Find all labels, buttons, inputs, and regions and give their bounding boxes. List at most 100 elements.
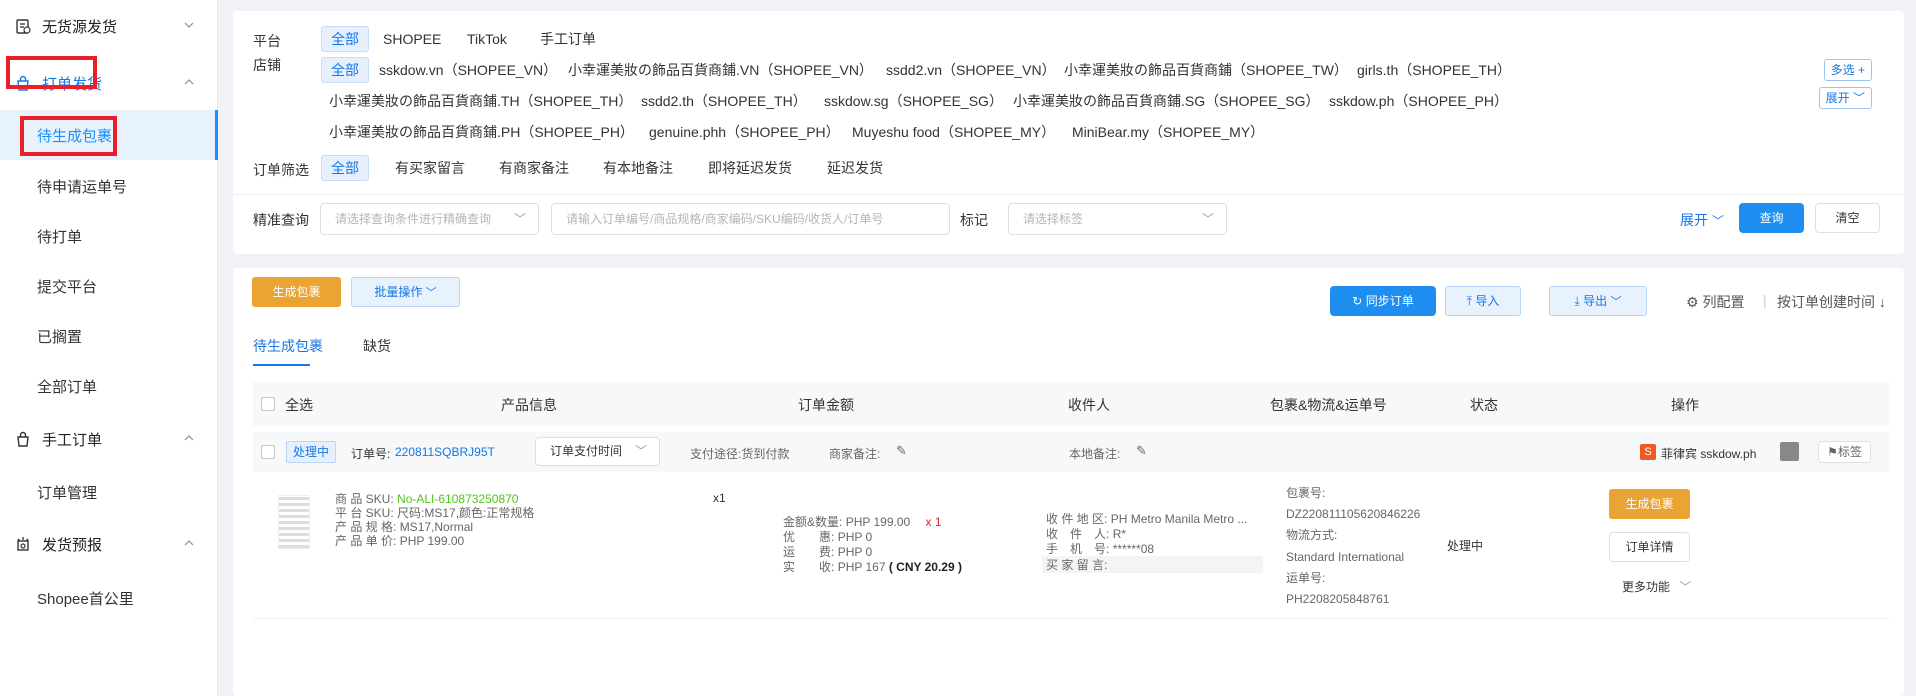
store-chip[interactable]: ssdd2.th（SHOPEE_TH） bbox=[632, 88, 816, 114]
sidebar-group-no-source-shipping[interactable]: 无货源发货 bbox=[0, 2, 218, 50]
waybill-no-link[interactable]: PH2208205848761 bbox=[1286, 592, 1389, 607]
platform-label: 平台 bbox=[253, 33, 281, 49]
chevron-down-icon: ﹀ bbox=[1201, 212, 1214, 226]
button-label: 批量操作 bbox=[374, 285, 423, 299]
store-chip-all[interactable]: 全部 bbox=[321, 57, 369, 83]
header-product-info: 产品信息 bbox=[501, 397, 557, 413]
order-no-link[interactable]: 220811SQBRJ95T bbox=[395, 445, 495, 459]
highlight-box bbox=[20, 116, 117, 156]
export-button[interactable]: ⤓ 导出 ﹀ bbox=[1549, 286, 1647, 316]
platform-sku-line: 平 台 SKU: 尺码:MS17,颜色:正常规格 bbox=[335, 506, 534, 521]
sort-by-create-time[interactable]: 按订单创建时间 ↓ bbox=[1777, 292, 1886, 312]
alarm-icon bbox=[14, 535, 32, 553]
store-chip[interactable]: sskdow.sg（SHOPEE_SG） bbox=[815, 88, 1012, 114]
more-functions-dropdown[interactable]: 更多功能 ﹀ bbox=[1622, 580, 1691, 595]
precise-query-input[interactable]: 请输入订单编号/商品规格/商家编码/SKU编码/收货人/订单号 bbox=[551, 203, 950, 235]
sidebar-item-shopee-first-mile[interactable]: Shopee首公里 bbox=[0, 573, 218, 623]
tab-pending-package[interactable]: 待生成包裹 bbox=[253, 336, 323, 356]
store-chip[interactable]: 小幸運美妝の飾品百貨商鋪（SHOPEE_TW） bbox=[1055, 57, 1357, 83]
order-filter-chip-all[interactable]: 全部 bbox=[321, 155, 369, 181]
button-label: 标签 bbox=[1837, 445, 1862, 459]
order-detail-button[interactable]: 订单详情 bbox=[1609, 532, 1690, 562]
tag-button[interactable]: ⚑标签 bbox=[1818, 441, 1871, 463]
order-filter-chip[interactable]: 延迟发货 bbox=[818, 155, 892, 181]
product-price-line: 产 品 单 价: PHP 199.00 bbox=[335, 534, 464, 549]
input-placeholder: 请输入订单编号/商品规格/商家编码/SKU编码/收货人/订单号 bbox=[566, 212, 884, 226]
header-logistics: 包裹&物流&运单号 bbox=[1270, 397, 1387, 413]
sidebar-item-label: 提交平台 bbox=[37, 278, 98, 296]
edit-icon[interactable]: ✎ bbox=[896, 443, 907, 459]
field-label: 运 费: bbox=[783, 545, 835, 559]
logistics-method-link[interactable]: Standard International bbox=[1286, 550, 1404, 565]
order-filter-chip[interactable]: 有本地备注 bbox=[594, 155, 682, 181]
select-all-checkbox[interactable] bbox=[261, 397, 275, 411]
sidebar-item-pending-print[interactable]: 待打单 bbox=[0, 211, 218, 261]
store-chip[interactable]: girls.th（SHOPEE_TH） bbox=[1348, 57, 1520, 83]
platform-chip-manual[interactable]: 手工订单 bbox=[531, 26, 605, 52]
batch-operation-button[interactable]: 批量操作 ﹀ bbox=[351, 277, 460, 307]
row-generate-package-button[interactable]: 生成包裹 bbox=[1609, 489, 1690, 519]
order-checkbox[interactable] bbox=[261, 445, 275, 459]
shipping-value: PHP 0 bbox=[837, 545, 873, 559]
precise-condition-select[interactable]: 请选择查询条件进行精确查询 ﹀ bbox=[320, 203, 539, 235]
field-label: 收 件 地 区: bbox=[1046, 512, 1108, 526]
sync-orders-button[interactable]: ↻ 同步订单 bbox=[1330, 286, 1436, 316]
sidebar-item-shelved[interactable]: 已搁置 bbox=[0, 311, 218, 361]
order-filter-chip[interactable]: 即将延迟发货 bbox=[699, 155, 801, 181]
upload-icon: ⤒ bbox=[1466, 294, 1472, 308]
column-config-link[interactable]: ⚙ 列配置 bbox=[1686, 292, 1744, 312]
divider: | bbox=[1763, 292, 1767, 308]
pay-time-select[interactable]: 订单支付时间 ﹀ bbox=[535, 437, 660, 466]
tab-out-of-stock[interactable]: 缺货 bbox=[363, 336, 391, 356]
product-qty: x1 bbox=[713, 491, 726, 505]
store-chip[interactable]: sskdow.vn（SHOPEE_VN） bbox=[370, 57, 566, 83]
mark-select[interactable]: 请选择标签 ﹀ bbox=[1008, 203, 1227, 235]
sidebar-item-all-orders[interactable]: 全部订单 bbox=[0, 361, 218, 411]
arrow-down-icon: ↓ bbox=[1878, 294, 1886, 310]
chevron-down-icon: ﹀ bbox=[1610, 296, 1622, 308]
store-chip[interactable]: genuine.phh（SHOPEE_PH） bbox=[640, 119, 849, 145]
store-chip[interactable]: sskdow.ph（SHOPEE_PH） bbox=[1320, 88, 1517, 114]
shipping-line: 运 费: PHP 0 bbox=[783, 545, 872, 560]
expand-link[interactable]: 展开 ﹀ bbox=[1680, 210, 1724, 230]
product-thumbnail[interactable] bbox=[278, 495, 310, 549]
select-value: 订单支付时间 bbox=[550, 444, 623, 458]
platform-chip-shopee[interactable]: SHOPEE bbox=[374, 26, 450, 52]
clear-button[interactable]: 清空 bbox=[1815, 203, 1880, 233]
sidebar-group-label: 手工订单 bbox=[42, 431, 103, 449]
store-chip[interactable]: 小幸運美妝の飾品百貨商鋪.TH（SHOPEE_TH） bbox=[320, 88, 641, 114]
sidebar-item-label: 订单管理 bbox=[37, 484, 98, 502]
edit-icon[interactable]: ✎ bbox=[1136, 443, 1147, 459]
chevron-down-icon: ﹀ bbox=[425, 287, 437, 299]
store-chip[interactable]: 小幸運美妝の飾品百貨商鋪.SG（SHOPEE_SG） bbox=[1004, 88, 1328, 114]
multi-select-button[interactable]: 多选 + bbox=[1823, 59, 1872, 81]
row-divider bbox=[253, 618, 1889, 619]
field-label: 买 家 留 言: bbox=[1046, 558, 1108, 572]
sidebar-group-shipping-forecast[interactable]: 发货预报 bbox=[0, 520, 218, 568]
header-order-amount: 订单金额 bbox=[798, 397, 854, 413]
color-marker[interactable] bbox=[1780, 442, 1799, 461]
package-no-link[interactable]: DZ220811105620846226 bbox=[1286, 507, 1420, 522]
sidebar-item-order-management[interactable]: 订单管理 bbox=[0, 467, 218, 517]
order-filter-chip[interactable]: 有商家备注 bbox=[490, 155, 578, 181]
flag-icon: ⚑ bbox=[1827, 445, 1838, 459]
store-chip[interactable]: MiniBear.my（SHOPEE_MY） bbox=[1063, 119, 1273, 145]
import-button[interactable]: ⤒ 导入 bbox=[1445, 286, 1521, 316]
sidebar-item-pending-waybill[interactable]: 待申请运单号 bbox=[0, 161, 218, 211]
platform-chip-all[interactable]: 全部 bbox=[321, 26, 369, 52]
sidebar-item-submit-platform[interactable]: 提交平台 bbox=[0, 261, 218, 311]
query-button[interactable]: 查询 bbox=[1739, 203, 1804, 233]
store-chip[interactable]: Muyeshu food（SHOPEE_MY） bbox=[843, 119, 1064, 145]
expand-stores-button[interactable]: 展开 ﹀ bbox=[1818, 87, 1872, 109]
header-select-all[interactable]: 全选 bbox=[285, 395, 313, 415]
chevron-down-icon: ﹀ bbox=[634, 444, 647, 458]
generate-package-button[interactable]: 生成包裹 bbox=[252, 277, 341, 307]
amount-qty-line: 金额&数量: PHP 199.00 x 1 bbox=[783, 515, 942, 530]
store-chip[interactable]: 小幸運美妝の飾品百貨商鋪.VN（SHOPEE_VN） bbox=[559, 57, 882, 83]
order-filter-chip[interactable]: 有买家留言 bbox=[386, 155, 474, 181]
waybill-no-label: 运单号: bbox=[1286, 571, 1326, 585]
store-chip[interactable]: ssdd2.vn（SHOPEE_VN） bbox=[877, 57, 1065, 83]
sidebar-group-manual-orders[interactable]: 手工订单 bbox=[0, 415, 218, 463]
store-chip[interactable]: 小幸運美妝の飾品百貨商鋪.PH（SHOPEE_PH） bbox=[320, 119, 643, 145]
platform-chip-tiktok[interactable]: TikTok bbox=[458, 26, 516, 52]
